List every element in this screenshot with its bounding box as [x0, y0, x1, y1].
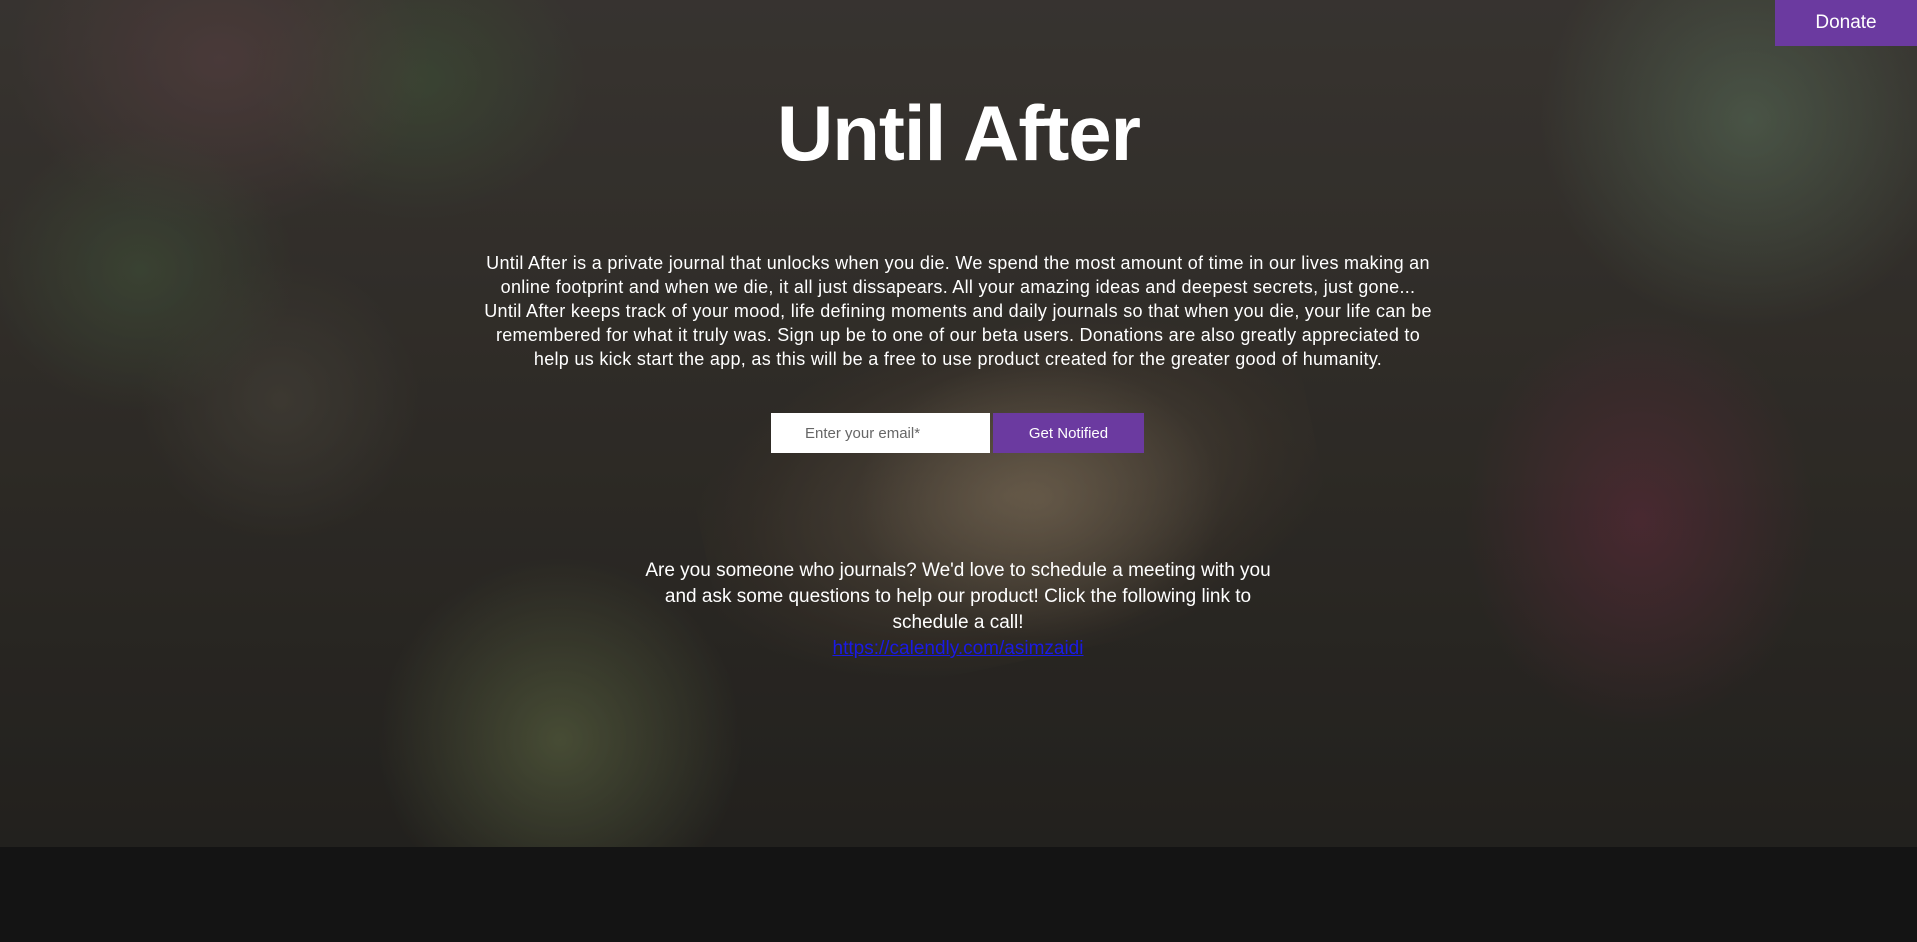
get-notified-button[interactable]: Get Notified	[993, 413, 1144, 453]
calendly-link[interactable]: https://calendly.com/asimzaidi	[833, 638, 1084, 659]
journal-cta: Are you someone who journals? We'd love …	[630, 558, 1286, 662]
journal-cta-text: Are you someone who journals? We'd love …	[645, 560, 1271, 633]
hero-background: Donate Until After Until After is a priv…	[0, 0, 1917, 847]
signup-form: Get Notified	[771, 413, 1144, 453]
page-title: Until After	[776, 89, 1141, 177]
hero-description: Until After is a private journal that un…	[484, 253, 1432, 369]
donate-button[interactable]: Donate	[1775, 0, 1917, 46]
email-input[interactable]	[771, 413, 990, 453]
footer	[0, 847, 1917, 942]
